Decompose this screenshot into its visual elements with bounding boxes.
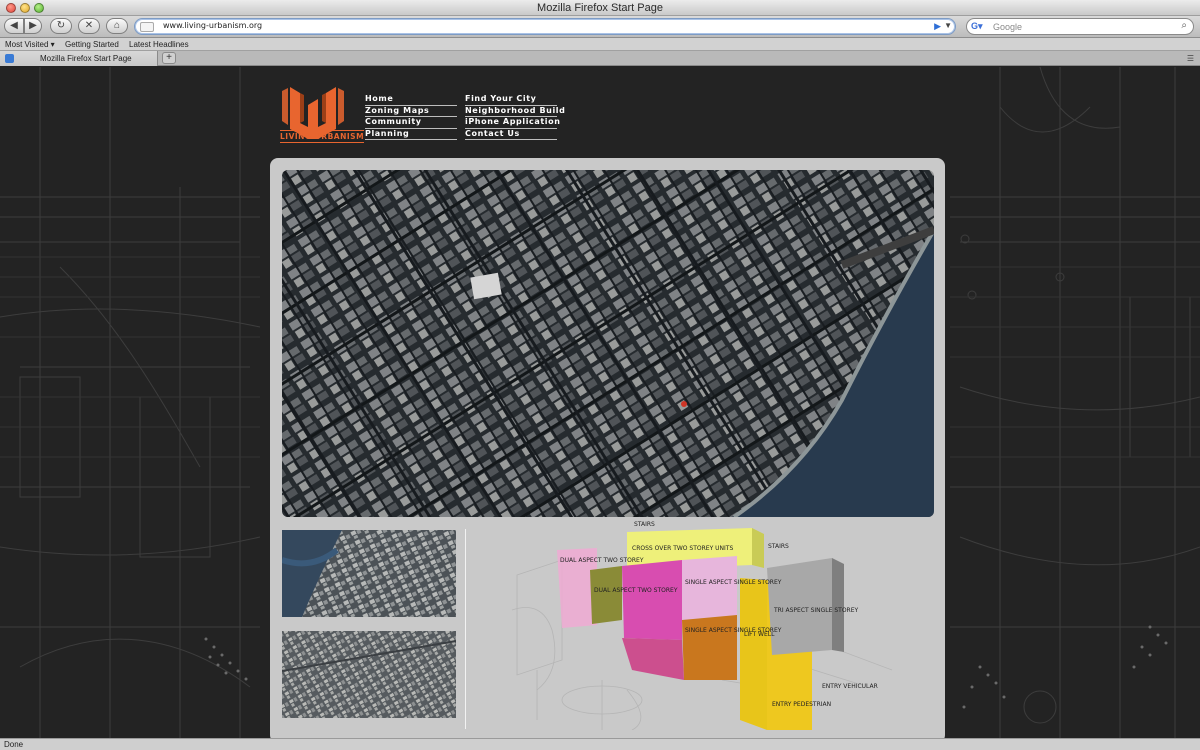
back-button[interactable]: ◀: [4, 18, 24, 34]
label-stairs-right: STAIRS: [768, 543, 789, 550]
tab-favicon-icon: [5, 54, 14, 63]
label-single-aspect-1: SINGLE ASPECT SINGLE STOREY: [685, 579, 782, 586]
url-bar[interactable]: www.living-urbanism.org ▶ ▼: [134, 18, 956, 35]
nav-link-community[interactable]: Community: [365, 117, 457, 129]
window-titlebar: Mozilla Firefox Start Page: [0, 0, 1200, 16]
go-arrow-icon[interactable]: ▶: [934, 21, 941, 32]
bookmark-getting-started[interactable]: Getting Started: [65, 40, 119, 49]
bookmark-latest-headlines[interactable]: Latest Headlines: [129, 40, 189, 49]
tab-bar: Mozilla Firefox Start Page + ☰: [0, 51, 1200, 66]
nav-link-zoning-maps[interactable]: Zoning Maps: [365, 106, 457, 117]
google-engine-icon[interactable]: G▾: [971, 21, 989, 32]
label-dual-aspect-two-storey: DUAL ASPECT TWO STOREY: [560, 557, 644, 564]
page-viewport: LIVING URBANISM Home Zoning Maps Communi…: [0, 67, 1200, 738]
aerial-thumbnail-grid[interactable]: [282, 631, 456, 718]
logo-wordmark[interactable]: LIVING URBANISM: [280, 130, 365, 143]
forward-arrow-icon: ▶: [29, 20, 37, 31]
label-entry-vehicular: ENTRY VEHICULAR: [822, 683, 878, 690]
new-tab-button[interactable]: +: [162, 52, 176, 64]
home-icon: ⌂: [113, 20, 121, 31]
nav-link-planning[interactable]: Planning: [365, 129, 457, 140]
aerial-thumbnail-waterfront[interactable]: [282, 530, 456, 617]
label-entry-pedestrian: ENTRY PEDESTRIAN: [772, 701, 831, 708]
nav-link-contact-us[interactable]: Contact Us: [465, 129, 557, 140]
reload-icon: ↻: [56, 20, 66, 31]
content-panel: STAIRS CROSS OVER TWO STOREY UNITS STAIR…: [270, 158, 945, 738]
aerial-city-map[interactable]: [282, 170, 934, 517]
label-tri-aspect: TRI ASPECT SINGLE STOREY: [773, 607, 859, 614]
label-lift-well: LIFT WELL: [744, 631, 775, 638]
search-input[interactable]: [993, 21, 1163, 33]
url-text[interactable]: www.living-urbanism.org: [163, 21, 262, 30]
label-cross-over-units: CROSS OVER TWO STOREY UNITS: [632, 545, 733, 552]
window-title: Mozilla Firefox Start Page: [537, 2, 663, 14]
panel-divider: [465, 529, 466, 729]
search-icon[interactable]: ⌕: [1181, 20, 1187, 31]
search-bar[interactable]: G▾ ⌕: [966, 18, 1194, 35]
nav-link-iphone-application[interactable]: iPhone Application: [465, 117, 560, 129]
nav-link-find-your-city[interactable]: Find Your City: [465, 94, 557, 106]
stop-icon: ✕: [84, 20, 94, 31]
tab-label: Mozilla Firefox Start Page: [40, 54, 132, 63]
forward-button[interactable]: ▶: [24, 18, 42, 34]
back-arrow-icon: ◀: [10, 20, 18, 31]
tab-start-page[interactable]: Mozilla Firefox Start Page: [0, 51, 158, 66]
history-dropdown-icon[interactable]: ▼: [944, 21, 952, 30]
site-nav-column-1: Home Zoning Maps Community Planning: [365, 94, 457, 140]
housing-unit-diagram: STAIRS CROSS OVER TWO STOREY UNITS STAIR…: [511, 521, 893, 730]
stop-button[interactable]: ✕: [78, 18, 100, 34]
tab-list-icon[interactable]: ☰: [1187, 54, 1194, 63]
site-nav-column-2: Find Your City Neighborhood Build iPhone…: [465, 94, 565, 140]
status-bar: Done: [0, 738, 1200, 750]
nav-link-home[interactable]: Home: [365, 94, 457, 106]
nav-link-neighborhood-build[interactable]: Neighborhood Build: [465, 106, 565, 117]
bookmark-most-visited[interactable]: Most Visited ▾: [5, 40, 55, 49]
home-button[interactable]: ⌂: [106, 18, 128, 34]
label-stairs-top: STAIRS: [634, 521, 655, 528]
bookmarks-toolbar: Most Visited ▾ Getting Started Latest He…: [0, 38, 1200, 51]
page-favicon-icon: [140, 22, 154, 32]
reload-button[interactable]: ↻: [50, 18, 72, 34]
label-dual-aspect-1: DUAL ASPECT TWO STOREY: [594, 587, 678, 594]
navigation-toolbar: ◀ ▶ ↻ ✕ ⌂ www.living-urbanism.org ▶ ▼ G▾…: [0, 16, 1200, 38]
status-text: Done: [4, 740, 24, 749]
